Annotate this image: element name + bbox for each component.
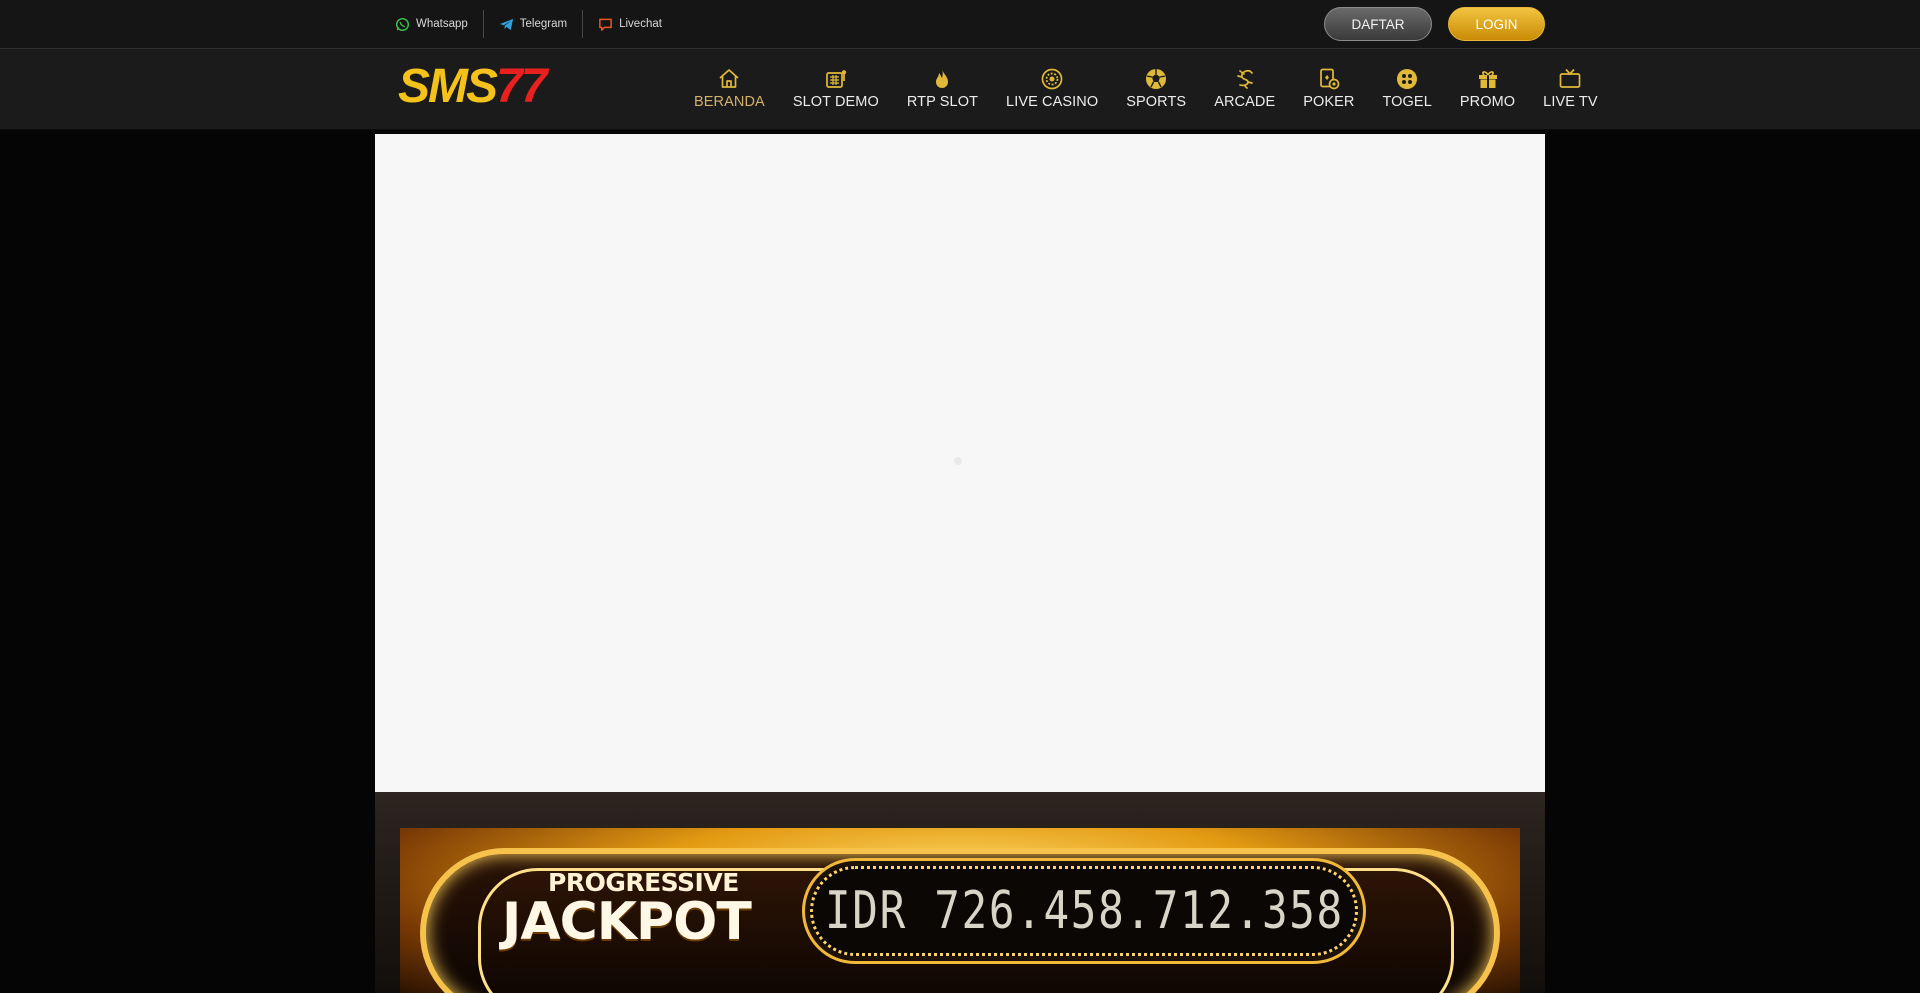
nav-item-beranda[interactable]: BERANDA	[680, 49, 779, 130]
jackpot-title-big: JACKPOT	[502, 892, 752, 952]
nav-item-slot-demo[interactable]: SLOT DEMO	[779, 49, 893, 130]
main-nav: BERANDA SLOT DEMO RTP SLOT LIVE CASINO S…	[680, 49, 1612, 130]
nav-item-arcade[interactable]: ARCADE	[1200, 49, 1289, 130]
loading-spinner	[954, 457, 962, 465]
logo-text-sms: SMS	[398, 60, 498, 113]
top-bar-inner: Whatsapp Telegram Livechat DAFTAR LOGIN	[375, 0, 1545, 48]
telegram-label: Telegram	[519, 18, 568, 30]
livechat-label: Livechat	[619, 18, 662, 30]
jackpot-section: PROGRESSIVE JACKPOT IDR 726.458.712.358	[375, 792, 1545, 993]
telegram-link[interactable]: Telegram	[482, 10, 582, 38]
nav-item-poker[interactable]: POKER	[1289, 49, 1368, 130]
nav-item-promo[interactable]: PROMO	[1446, 49, 1529, 130]
jackpot-amount: IDR 726.458.712.358	[824, 881, 1344, 941]
nav-label: LIVE CASINO	[1006, 94, 1099, 110]
lottery-ball-icon	[1395, 67, 1419, 91]
auth-buttons: DAFTAR LOGIN	[1324, 7, 1545, 41]
register-button[interactable]: DAFTAR	[1324, 7, 1432, 41]
livechat-link[interactable]: Livechat	[582, 10, 677, 38]
chat-bubble-icon	[599, 18, 612, 31]
whatsapp-icon	[395, 17, 410, 31]
whatsapp-link[interactable]: Whatsapp	[375, 10, 483, 38]
nav-item-live-tv[interactable]: LIVE TV	[1529, 49, 1611, 130]
slot-machine-icon	[824, 67, 848, 91]
top-bar: Whatsapp Telegram Livechat DAFTAR LOGIN	[0, 0, 1920, 49]
nav-item-live-casino[interactable]: LIVE CASINO	[992, 49, 1112, 130]
nav-label: SLOT DEMO	[792, 94, 879, 110]
contact-links: Whatsapp Telegram Livechat	[375, 10, 677, 38]
dragon-icon	[1233, 67, 1257, 91]
nav-label: LIVE TV	[1543, 94, 1598, 110]
telegram-icon	[499, 18, 513, 30]
logo-text-77: 77	[496, 60, 547, 113]
gift-icon	[1476, 67, 1500, 91]
jackpot-banner: PROGRESSIVE JACKPOT IDR 726.458.712.358	[400, 828, 1520, 993]
main-navbar: SMS77 BERANDA SLOT DEMO RTP SLOT LIVE CA…	[0, 49, 1920, 130]
nav-label: BERANDA	[694, 94, 765, 110]
casino-chip-icon	[1040, 67, 1064, 91]
nav-label: TOGEL	[1382, 94, 1432, 110]
nav-item-rtp-slot[interactable]: RTP SLOT	[893, 49, 992, 130]
nav-label: PROMO	[1459, 94, 1516, 110]
home-icon	[717, 67, 741, 91]
site-logo[interactable]: SMS77	[398, 61, 580, 113]
login-button[interactable]: LOGIN	[1448, 7, 1545, 41]
nav-label: SPORTS	[1126, 94, 1187, 110]
poker-card-icon	[1317, 67, 1341, 91]
whatsapp-label: Whatsapp	[416, 18, 468, 30]
nav-label: ARCADE	[1214, 94, 1276, 110]
jackpot-counter: IDR 726.458.712.358	[810, 866, 1358, 956]
nav-item-sports[interactable]: SPORTS	[1112, 49, 1200, 130]
nav-item-togel[interactable]: TOGEL	[1368, 49, 1445, 130]
nav-label: RTP SLOT	[906, 94, 979, 110]
tv-icon	[1558, 67, 1582, 91]
nav-label: POKER	[1303, 94, 1355, 110]
flame-icon	[930, 67, 954, 91]
soccer-ball-icon	[1144, 67, 1168, 91]
banner-slider[interactable]	[375, 134, 1545, 792]
